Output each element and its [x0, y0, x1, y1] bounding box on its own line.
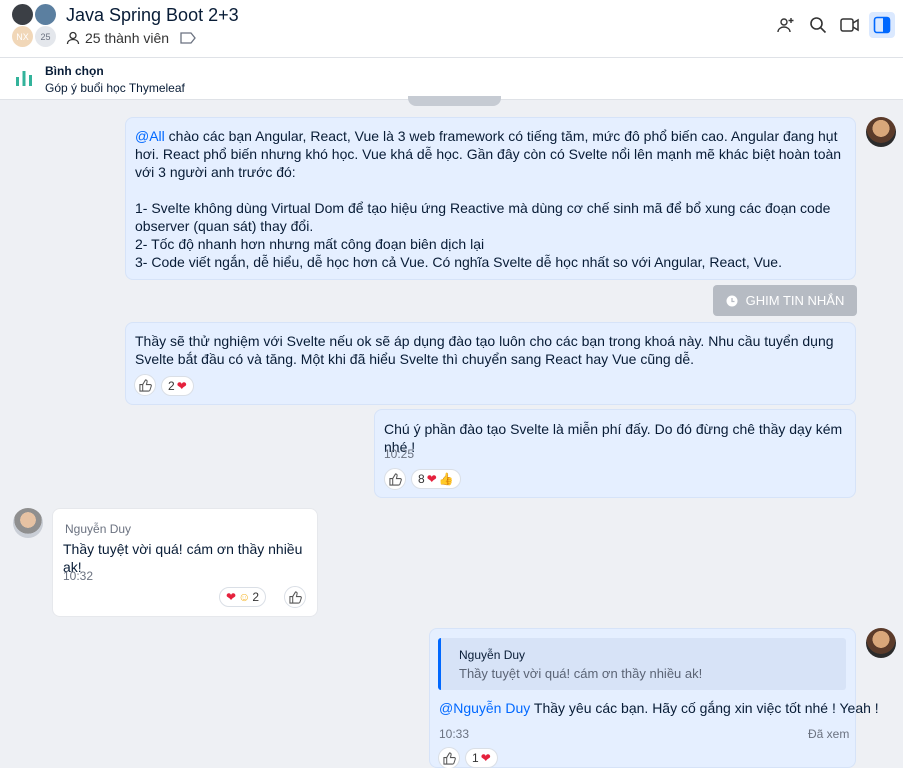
- add-user-icon: [777, 18, 794, 33]
- message-bubble[interactable]: Nguyễn Duy Thầy tuyệt vời quá! cám ơn th…: [52, 508, 318, 617]
- mention-all[interactable]: @All: [135, 128, 165, 144]
- member-avatar: [35, 4, 56, 25]
- quote-text: Thầy tuyệt vời quá! cám ơn thầy nhiều ak…: [459, 666, 703, 681]
- group-title[interactable]: Java Spring Boot 2+3: [66, 5, 239, 26]
- heart-icon: ❤: [226, 590, 237, 604]
- message-time: 10:25: [384, 447, 415, 461]
- thumbs-up-emoji-icon: 👍: [438, 472, 454, 486]
- add-member-button[interactable]: [773, 12, 799, 38]
- mention-user[interactable]: @Nguyễn Duy: [439, 700, 530, 716]
- members-link[interactable]: 25 thành viên: [66, 30, 169, 46]
- sidebar-panel-icon: [873, 16, 891, 34]
- message-text: Thầy sẽ thử nghiệm với Svelte nếu ok sẽ …: [135, 333, 834, 367]
- video-icon: [840, 18, 859, 32]
- message-line: 1- Svelte không dùng Virtual Dom để tạo …: [135, 200, 831, 234]
- message-text: @All chào các bạn Angular, React, Vue là…: [135, 128, 842, 180]
- member-avatar-initials: NX: [12, 26, 33, 47]
- sender-avatar[interactable]: [866, 117, 896, 147]
- thumbs-up-icon: [138, 378, 152, 392]
- members-count: 25 thành viên: [85, 30, 170, 46]
- like-button[interactable]: [134, 374, 156, 396]
- pin-icon: [726, 295, 738, 306]
- video-call-button[interactable]: [837, 12, 863, 38]
- reaction-count: 2: [252, 590, 260, 604]
- thumbs-up-icon: [388, 472, 402, 486]
- search-icon: [810, 17, 827, 34]
- date-divider: [408, 96, 501, 106]
- pinned-poll-bar[interactable]: Bình chọn Góp ý buổi học Thymeleaf: [0, 58, 903, 100]
- reaction-count: 2: [168, 379, 175, 393]
- like-button[interactable]: [384, 468, 406, 490]
- message-line: 3- Code viết ngắn, dễ hiểu, dễ học hơn c…: [135, 254, 782, 270]
- heart-icon: ❤: [426, 472, 437, 486]
- reaction-summary[interactable]: 8 ❤ 👍: [411, 469, 461, 489]
- message-time: 10:32: [63, 569, 94, 583]
- pin-message-label: GHIM TIN NHẮN: [745, 293, 845, 308]
- heart-icon: ❤: [176, 379, 187, 393]
- thumbs-up-icon: [442, 751, 456, 765]
- quoted-message[interactable]: Nguyễn Duy Thầy tuyệt vời quá! cám ơn th…: [438, 638, 846, 690]
- tag-icon[interactable]: [180, 32, 196, 44]
- pin-message-button[interactable]: GHIM TIN NHẮN: [713, 285, 857, 316]
- message-text: Chú ý phần đào tạo Svelte là miễn phí đấ…: [384, 421, 843, 455]
- reaction-summary[interactable]: 2 ❤: [161, 376, 194, 396]
- pinned-subtitle: Góp ý buổi học Thymeleaf: [45, 81, 185, 95]
- smile-emoji-icon: ☺: [238, 590, 251, 604]
- reaction-count: 1: [472, 751, 479, 765]
- conversation-info-button[interactable]: [869, 12, 895, 38]
- message-text: @Nguyễn Duy Thầy yêu các bạn. Hãy cố gắn…: [439, 700, 879, 716]
- member-count-avatar: 25: [35, 26, 56, 47]
- message-bubble[interactable]: Thầy sẽ thử nghiệm với Svelte nếu ok sẽ …: [125, 322, 856, 405]
- reaction-summary[interactable]: 1 ❤: [465, 748, 498, 768]
- sender-name: Nguyễn Duy: [65, 522, 132, 536]
- sender-avatar[interactable]: [866, 628, 896, 658]
- thumbs-up-icon: [288, 590, 302, 604]
- pinned-title: Bình chọn: [45, 64, 104, 78]
- poll-icon: [16, 71, 32, 86]
- search-button[interactable]: [805, 12, 831, 38]
- like-button[interactable]: [438, 747, 460, 768]
- message-line: 2- Tốc độ nhanh hơn nhưng mất công đoạn …: [135, 236, 485, 252]
- sender-avatar[interactable]: [13, 508, 43, 538]
- message-text: Thầy tuyệt vời quá! cám ơn thầy nhiều ak…: [63, 541, 303, 575]
- quote-sender: Nguyễn Duy: [459, 648, 526, 662]
- member-avatar: [12, 4, 33, 25]
- reaction-count: 8: [418, 472, 425, 486]
- seen-status: Đã xem: [808, 727, 850, 741]
- like-button[interactable]: [284, 586, 306, 608]
- heart-icon: ❤: [480, 751, 491, 765]
- message-bubble[interactable]: @All chào các bạn Angular, React, Vue là…: [125, 117, 856, 280]
- group-avatar[interactable]: NX 25: [12, 4, 56, 48]
- message-time: 10:33: [439, 727, 470, 741]
- user-icon: [66, 31, 80, 45]
- chat-header: NX 25 Java Spring Boot 2+3 25 thành viên: [0, 0, 903, 58]
- reaction-summary[interactable]: ❤ ☺ 2: [219, 587, 267, 607]
